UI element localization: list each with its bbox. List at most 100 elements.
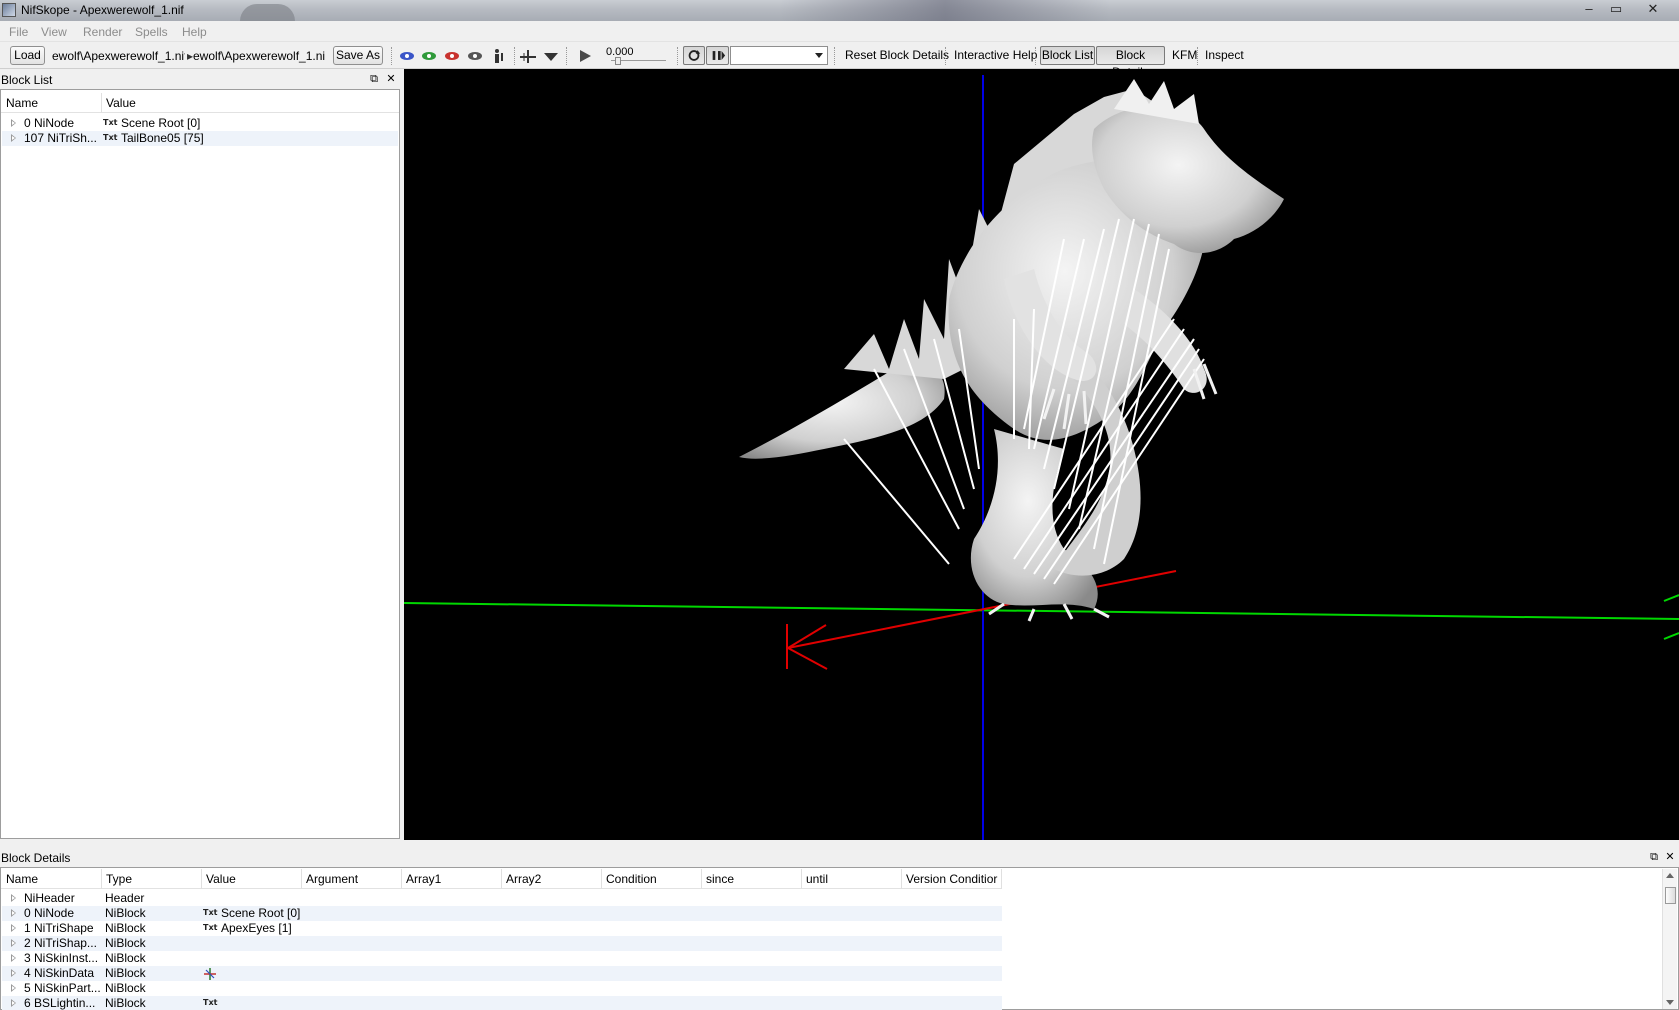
- float-dock-icon[interactable]: ⧉: [1648, 850, 1660, 864]
- toolbar-separator: [1035, 47, 1036, 65]
- save-as-button[interactable]: Save As: [333, 46, 383, 65]
- expand-arrow-icon[interactable]: [11, 924, 16, 932]
- row-name: 3 NiSkinInst...: [24, 951, 99, 965]
- scroll-up-icon[interactable]: [1666, 873, 1674, 878]
- menu-help[interactable]: Help: [182, 25, 207, 39]
- loop-button[interactable]: [683, 46, 705, 65]
- load-button[interactable]: Load: [10, 46, 45, 65]
- column-header-since[interactable]: since: [706, 872, 734, 886]
- animation-sequence-select[interactable]: [730, 46, 828, 65]
- column-divider[interactable]: [101, 93, 102, 113]
- block-details-panel[interactable]: Name Type Value Argument Array1 Array2 C…: [0, 867, 1679, 1010]
- expand-arrow-icon[interactable]: [11, 969, 16, 977]
- loop-icon: [688, 50, 701, 61]
- block-list-row[interactable]: 107 NiTriSh... Txt TailBone05 [75]: [2, 131, 398, 146]
- block-details-row[interactable]: 5 NiSkinPart... NiBlock: [2, 981, 1002, 996]
- block-details-row[interactable]: 1 NiTriShape NiBlock Txt ApexEyes [1]: [2, 921, 1002, 936]
- expand-arrow-icon[interactable]: [11, 984, 16, 992]
- close-dock-icon[interactable]: ✕: [1664, 850, 1676, 864]
- column-header-condition[interactable]: Condition: [606, 872, 657, 886]
- menu-view[interactable]: View: [41, 25, 67, 39]
- column-header-value[interactable]: Value: [106, 96, 136, 110]
- nifskope-app-icon: [2, 3, 16, 17]
- expand-arrow-icon[interactable]: [11, 909, 16, 917]
- desktop-background-blur-2: [780, 0, 1110, 21]
- block-list-row[interactable]: 0 NiNode Txt Scene Root [0]: [2, 116, 398, 131]
- column-divider[interactable]: [901, 869, 902, 889]
- row-name: 0 NiNode: [24, 906, 75, 920]
- menu-render[interactable]: Render: [83, 25, 122, 39]
- column-divider[interactable]: [801, 869, 802, 889]
- column-divider[interactable]: [601, 869, 602, 889]
- eye-green-icon[interactable]: [420, 48, 438, 64]
- expand-arrow-icon[interactable]: [11, 954, 16, 962]
- dropdown-arrow-icon[interactable]: [542, 48, 560, 64]
- save-path-field[interactable]: ewolf\Apexwerewolf_1.nif: [193, 47, 325, 65]
- switch-icon: [712, 51, 725, 60]
- column-header-array2[interactable]: Array2: [506, 872, 541, 886]
- block-details-row[interactable]: 6 BSLightin... NiBlock Txt: [2, 996, 1002, 1010]
- time-slider-handle[interactable]: [615, 57, 621, 65]
- block-details-row[interactable]: 0 NiNode NiBlock Txt Scene Root [0]: [2, 906, 1002, 921]
- interactive-help-button[interactable]: Interactive Help: [954, 48, 1037, 62]
- chevron-down-icon: [815, 53, 823, 58]
- expand-arrow-icon[interactable]: [11, 134, 16, 142]
- toolbar-separator: [834, 47, 835, 65]
- scrollbar-thumb[interactable]: [1665, 887, 1676, 904]
- figure-icon[interactable]: [490, 48, 508, 64]
- expand-arrow-icon[interactable]: [11, 894, 16, 902]
- restore-icon[interactable]: ▭: [1603, 0, 1629, 18]
- load-path-field[interactable]: ewolf\Apexwerewolf_1.nif: [52, 47, 185, 65]
- block-details-row[interactable]: 4 NiSkinData NiBlock: [2, 966, 1002, 981]
- column-divider[interactable]: [701, 869, 702, 889]
- render-viewport[interactable]: [404, 69, 1679, 840]
- row-name: 5 NiSkinPart...: [24, 981, 101, 995]
- float-dock-icon[interactable]: ⧉: [368, 72, 380, 86]
- scroll-down-icon[interactable]: [1666, 1000, 1674, 1005]
- column-divider[interactable]: [301, 869, 302, 889]
- column-header-version-condition[interactable]: Version Conditior: [906, 872, 997, 886]
- block-details-row[interactable]: 3 NiSkinInst... NiBlock: [2, 951, 1002, 966]
- kfm-button[interactable]: KFM: [1172, 48, 1197, 62]
- axes-icon[interactable]: [519, 48, 537, 64]
- toolbar-separator: [677, 47, 678, 65]
- column-divider[interactable]: [1001, 869, 1002, 889]
- close-dock-icon[interactable]: ✕: [385, 72, 397, 86]
- reset-block-details-button[interactable]: Reset Block Details: [845, 48, 949, 62]
- block-list-toggle[interactable]: Block List: [1040, 46, 1095, 65]
- column-header-name[interactable]: Name: [6, 96, 38, 110]
- eye-grey-icon[interactable]: [466, 48, 484, 64]
- close-icon[interactable]: ✕: [1640, 0, 1666, 18]
- eye-blue-icon[interactable]: [398, 48, 416, 64]
- play-icon[interactable]: [576, 48, 594, 64]
- vertical-scrollbar[interactable]: [1662, 869, 1677, 1009]
- column-divider[interactable]: [501, 869, 502, 889]
- block-details-row[interactable]: NiHeader Header: [2, 891, 1002, 906]
- column-header-argument[interactable]: Argument: [306, 872, 358, 886]
- inspect-button[interactable]: Inspect: [1205, 48, 1244, 62]
- block-details-row[interactable]: 2 NiTriShap... NiBlock: [2, 936, 1002, 951]
- expand-arrow-icon[interactable]: [11, 999, 16, 1007]
- column-header-type[interactable]: Type: [106, 872, 132, 886]
- column-divider[interactable]: [401, 869, 402, 889]
- menu-file[interactable]: File: [9, 25, 28, 39]
- column-divider[interactable]: [101, 869, 102, 889]
- minimize-icon[interactable]: –: [1576, 0, 1602, 18]
- block-details-header: Name Type Value Argument Array1 Array2 C…: [1, 869, 1002, 889]
- column-header-name[interactable]: Name: [6, 872, 38, 886]
- menu-spells[interactable]: Spells: [135, 25, 168, 39]
- scene-render: [404, 75, 1679, 840]
- block-list-panel[interactable]: Name Value 0 NiNode Txt Scene Root [0] 1…: [0, 89, 400, 839]
- switch-button[interactable]: [706, 46, 729, 65]
- column-divider[interactable]: [201, 869, 202, 889]
- eye-red-icon[interactable]: [443, 48, 461, 64]
- block-details-toggle[interactable]: Block Details: [1096, 46, 1165, 79]
- column-header-value[interactable]: Value: [206, 872, 236, 886]
- expand-arrow-icon[interactable]: [11, 939, 16, 947]
- block-name: 107 NiTriSh...: [24, 131, 97, 145]
- expand-arrow-icon[interactable]: [11, 119, 16, 127]
- column-header-array1[interactable]: Array1: [406, 872, 441, 886]
- block-name: 0 NiNode: [24, 116, 75, 130]
- row-name: 1 NiTriShape: [24, 921, 94, 935]
- column-header-until[interactable]: until: [806, 872, 828, 886]
